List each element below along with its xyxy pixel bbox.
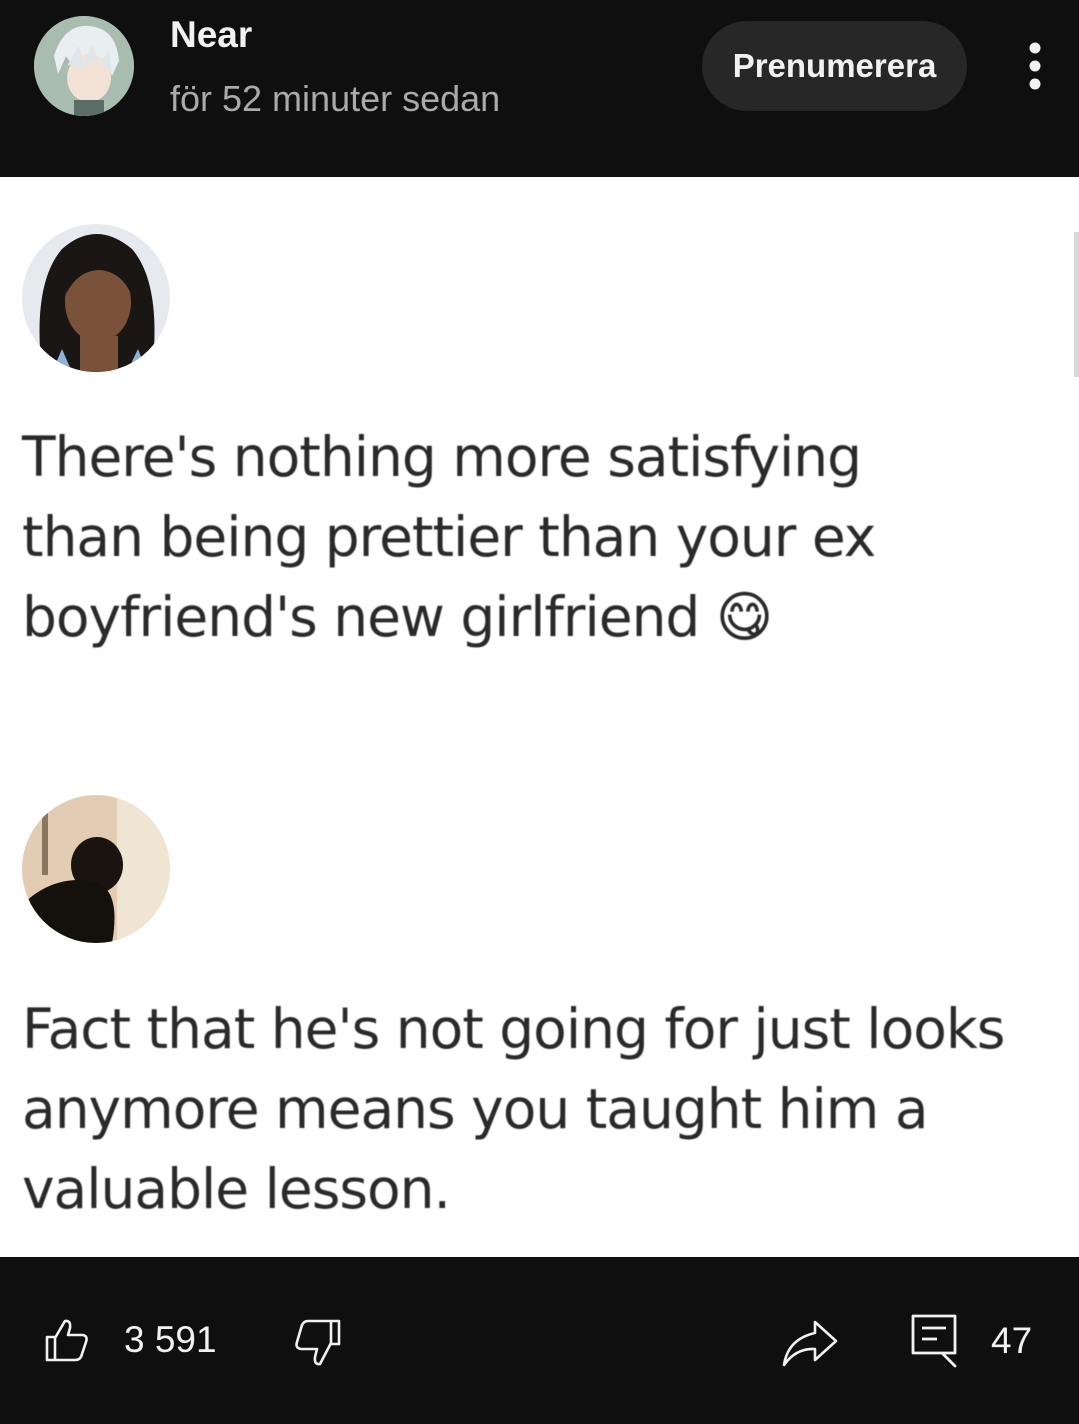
more-options-button[interactable] bbox=[1010, 36, 1060, 96]
tweet-avatar-woman bbox=[22, 224, 170, 372]
tweet-text-2: Fact that he's not going for just looks … bbox=[22, 997, 1005, 1221]
user-photo-icon bbox=[22, 795, 170, 943]
post-image[interactable]: There's nothing more satisfying than bei… bbox=[0, 177, 1079, 1257]
image-edge-mark bbox=[1074, 232, 1079, 377]
share-icon bbox=[782, 1320, 838, 1367]
like-button[interactable]: 3 591 bbox=[44, 1317, 217, 1363]
thumbs-up-icon bbox=[45, 1319, 88, 1362]
thumbs-down-icon bbox=[295, 1319, 341, 1366]
comments-button[interactable]: 47 bbox=[910, 1313, 1032, 1369]
channel-name[interactable]: Near bbox=[170, 14, 252, 56]
like-count: 3 591 bbox=[124, 1319, 217, 1360]
post-time: för 52 minuter sedan bbox=[170, 78, 501, 119]
dislike-button[interactable] bbox=[290, 1317, 342, 1369]
user-photo-icon bbox=[22, 224, 170, 372]
comment-icon bbox=[911, 1314, 957, 1368]
channel-avatar[interactable] bbox=[34, 16, 134, 116]
share-button[interactable] bbox=[782, 1319, 838, 1367]
subscribe-button[interactable]: Prenumerera bbox=[702, 21, 967, 111]
tweet-avatar-man bbox=[22, 795, 170, 943]
comment-count: 47 bbox=[991, 1320, 1033, 1361]
anime-avatar-icon bbox=[34, 16, 134, 116]
action-bar: 3 591 47 bbox=[0, 1257, 1079, 1424]
yum-emoji-icon: 😋 bbox=[715, 585, 773, 649]
post-header: Near för 52 minuter sedan Prenumerera bbox=[0, 0, 1079, 177]
more-vertical-icon bbox=[1029, 42, 1041, 90]
tweet-text-1: There's nothing more satisfying than bei… bbox=[22, 417, 876, 657]
